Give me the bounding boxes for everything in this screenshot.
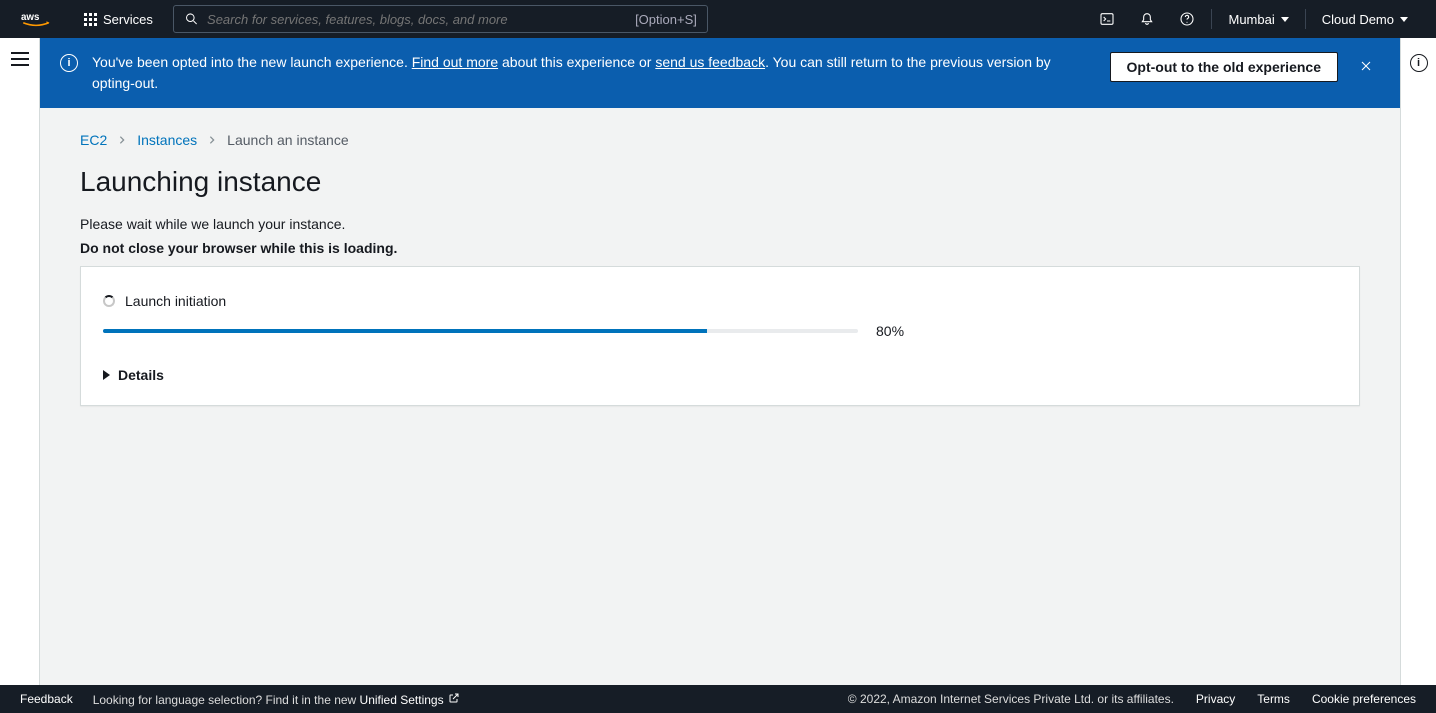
- account-label: Cloud Demo: [1322, 12, 1394, 27]
- grid-icon: [84, 13, 97, 26]
- content-area: EC2 Instances Launch an instance Launchi…: [40, 108, 1400, 685]
- footer-lang-text: Looking for language selection? Find it …: [93, 692, 460, 707]
- footer-bar: Feedback Looking for language selection?…: [0, 685, 1436, 713]
- right-rail: i: [1400, 38, 1436, 685]
- aws-logo[interactable]: aws: [16, 10, 56, 28]
- footer-lang-prefix: Looking for language selection? Find it …: [93, 693, 360, 707]
- info-icon: i: [60, 54, 78, 72]
- account-selector[interactable]: Cloud Demo: [1310, 12, 1420, 27]
- top-navbar: aws Services [Option+S] Mumbai: [0, 0, 1436, 38]
- global-search[interactable]: [Option+S]: [173, 5, 708, 33]
- progress-step-row: Launch initiation: [103, 293, 1337, 309]
- left-rail: [0, 38, 40, 685]
- terms-link[interactable]: Terms: [1257, 692, 1290, 706]
- cloudshell-icon: [1099, 11, 1115, 27]
- banner-text: You've been opted into the new launch ex…: [92, 52, 1096, 94]
- banner-close-button[interactable]: [1352, 52, 1380, 80]
- footer-right: © 2022, Amazon Internet Services Private…: [848, 692, 1416, 706]
- progress-fill: [103, 329, 707, 333]
- search-icon: [184, 11, 199, 27]
- unified-settings-link[interactable]: Unified Settings: [360, 693, 444, 707]
- progress-bar-row: 80%: [103, 323, 1337, 339]
- services-label: Services: [103, 12, 153, 27]
- banner-findout-link[interactable]: Find out more: [412, 54, 498, 70]
- breadcrumb-current: Launch an instance: [227, 132, 348, 148]
- divider: [1305, 9, 1306, 29]
- spinner-icon: [103, 295, 115, 307]
- breadcrumb-instances[interactable]: Instances: [137, 132, 197, 148]
- page-subtext-1: Please wait while we launch your instanc…: [80, 216, 1360, 232]
- breadcrumb: EC2 Instances Launch an instance: [80, 132, 1360, 148]
- help-button[interactable]: [1167, 0, 1207, 38]
- feedback-link[interactable]: Feedback: [20, 692, 73, 706]
- banner-text-mid: about this experience or: [498, 54, 655, 70]
- banner-text-prefix: You've been opted into the new launch ex…: [92, 54, 412, 70]
- details-expander[interactable]: Details: [103, 367, 1337, 383]
- footer-left: Feedback Looking for language selection?…: [20, 692, 460, 707]
- close-icon: [1358, 58, 1374, 74]
- bell-icon: [1139, 11, 1155, 27]
- breadcrumb-ec2[interactable]: EC2: [80, 132, 107, 148]
- progress-step-label: Launch initiation: [125, 293, 226, 309]
- privacy-link[interactable]: Privacy: [1196, 692, 1235, 706]
- details-label: Details: [118, 367, 164, 383]
- notifications-button[interactable]: [1127, 0, 1167, 38]
- body-row: i You've been opted into the new launch …: [0, 38, 1436, 685]
- page-title: Launching instance: [80, 166, 1360, 198]
- launch-progress-panel: Launch initiation 80% Details: [80, 266, 1360, 406]
- divider: [1211, 9, 1212, 29]
- services-menu[interactable]: Services: [74, 12, 163, 27]
- page-subtext-2: Do not close your browser while this is …: [80, 240, 1360, 256]
- region-label: Mumbai: [1228, 12, 1274, 27]
- help-icon: [1179, 11, 1195, 27]
- chevron-right-icon: [117, 132, 127, 148]
- main-column: i You've been opted into the new launch …: [40, 38, 1400, 685]
- region-selector[interactable]: Mumbai: [1216, 12, 1300, 27]
- progress-track: [103, 329, 858, 333]
- help-panel-toggle[interactable]: i: [1410, 54, 1428, 72]
- chevron-down-icon: [1400, 17, 1408, 22]
- svg-text:aws: aws: [21, 12, 40, 23]
- external-link-icon: [448, 692, 460, 704]
- banner-feedback-link[interactable]: send us feedback: [655, 54, 765, 70]
- cloudshell-button[interactable]: [1087, 0, 1127, 38]
- chevron-right-icon: [207, 132, 217, 148]
- search-shortcut-hint: [Option+S]: [635, 12, 697, 27]
- cookie-preferences-link[interactable]: Cookie preferences: [1312, 692, 1416, 706]
- caret-right-icon: [103, 370, 110, 380]
- chevron-down-icon: [1281, 17, 1289, 22]
- topnav-right: Mumbai Cloud Demo: [1087, 0, 1420, 38]
- progress-percent-label: 80%: [876, 323, 904, 339]
- search-input[interactable]: [207, 12, 635, 27]
- opt-out-button[interactable]: Opt-out to the old experience: [1110, 52, 1338, 82]
- footer-copyright: © 2022, Amazon Internet Services Private…: [848, 692, 1174, 706]
- launch-experience-banner: i You've been opted into the new launch …: [40, 38, 1400, 108]
- side-nav-toggle[interactable]: [11, 52, 29, 66]
